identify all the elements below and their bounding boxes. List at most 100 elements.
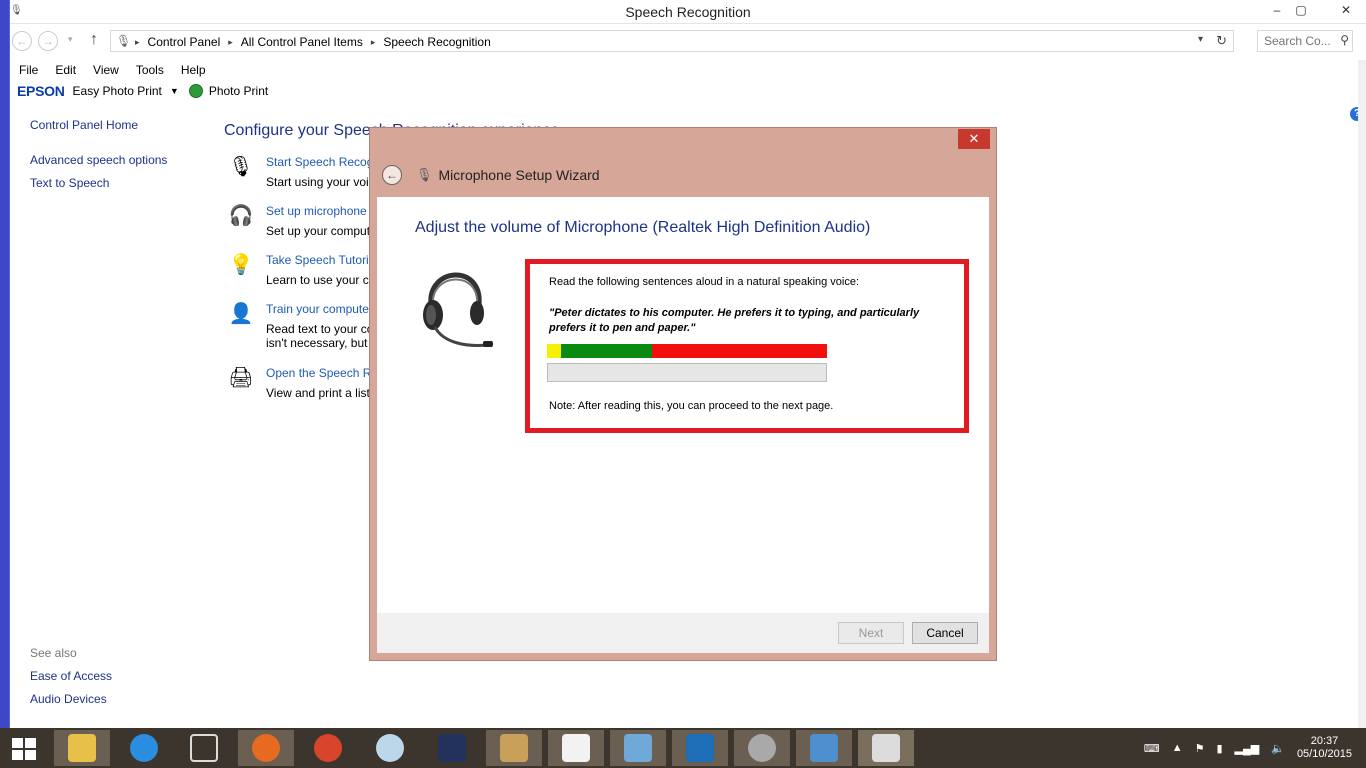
up-button[interactable]: ↑	[90, 31, 98, 49]
volume-level-bar	[547, 363, 827, 382]
search-box: ⚲	[1257, 30, 1353, 52]
wizard-back-button[interactable]: ←	[382, 165, 402, 185]
speech-recognition-taskbar-button[interactable]	[858, 730, 914, 766]
app-taskbar-button[interactable]	[176, 730, 232, 766]
menu-edit[interactable]: Edit	[55, 62, 85, 77]
chevron-down-icon[interactable]: ▾	[1198, 34, 1203, 45]
music-taskbar-button[interactable]	[300, 730, 356, 766]
wizard-header: ← 🎙 Microphone Setup Wizard	[382, 165, 600, 185]
text-to-speech-link[interactable]: Text to Speech	[30, 176, 167, 190]
close-button[interactable]: ✕	[1326, 0, 1366, 22]
sound-taskbar-button[interactable]	[734, 730, 790, 766]
chevron-right-icon[interactable]: ▸	[371, 35, 376, 49]
volume-icon[interactable]: 🔈	[1271, 742, 1285, 755]
windows-logo-tile	[25, 738, 36, 748]
back-button[interactable]: ←	[12, 31, 32, 51]
set-up-microphone-link[interactable]: Set up microphone	[266, 204, 367, 218]
epson-toolbar: EPSON Easy Photo Print ▼ Photo Print	[17, 83, 268, 99]
note-text: Note: After reading this, you can procee…	[549, 400, 834, 412]
app2-taskbar-button[interactable]	[424, 730, 480, 766]
photos-taskbar-button[interactable]	[610, 730, 666, 766]
see-also-heading: See also	[30, 646, 77, 660]
menu-view[interactable]: View	[93, 62, 128, 77]
recent-locations-icon[interactable]: ▾	[68, 34, 73, 45]
window-title: Speech Recognition	[625, 4, 751, 20]
advanced-speech-options-link[interactable]: Advanced speech options	[30, 153, 167, 167]
search-input[interactable]	[1264, 32, 1344, 50]
meter-good-zone	[561, 344, 652, 358]
wizard-close-button[interactable]: ✕	[958, 129, 990, 149]
folder-icon	[68, 734, 96, 762]
instruction-text: Read the following sentences aloud in a …	[549, 276, 860, 288]
forward-button[interactable]: →	[38, 31, 58, 51]
ease-of-access-link[interactable]: Ease of Access	[30, 669, 112, 683]
photo-print-icon	[188, 84, 203, 98]
take-speech-tutorial-link[interactable]: Take Speech Tutorial	[266, 253, 378, 267]
chevron-right-icon[interactable]: ▸	[228, 35, 233, 49]
microphone-icon: 🎙	[228, 156, 254, 178]
control-panel-taskbar-button[interactable]	[796, 730, 852, 766]
windows-logo-tile	[12, 750, 23, 760]
search-icon[interactable]: ⚲	[1340, 33, 1349, 47]
breadcrumb-speech-recognition[interactable]: Speech Recognition	[383, 35, 490, 49]
photo-print-button[interactable]: Photo Print	[209, 84, 268, 98]
meter-low-zone	[547, 344, 561, 358]
show-hidden-icons[interactable]: ▲	[1172, 742, 1183, 754]
epson-logo: EPSON	[17, 83, 65, 99]
fingerprint-taskbar-button[interactable]	[672, 730, 728, 766]
maximize-button[interactable]: ▢	[1286, 0, 1316, 22]
headset-icon	[423, 272, 493, 347]
menu-file[interactable]: File	[19, 62, 47, 77]
audio-devices-link[interactable]: Audio Devices	[30, 692, 112, 706]
microphone-setup-wizard: ✕ ← 🎙 Microphone Setup Wizard Adjust the…	[369, 127, 997, 661]
paint-taskbar-button[interactable]	[486, 730, 542, 766]
easy-photo-print-button[interactable]: Easy Photo Print	[73, 84, 162, 98]
address-row: ← → ▾ ↑ 🎙 ▸ Control Panel ▸ All Control …	[10, 28, 1366, 54]
wizard-heading: Adjust the volume of Microphone (Realtek…	[415, 219, 871, 236]
printer-icon: 🖨	[228, 367, 254, 389]
menu-tools[interactable]: Tools	[136, 62, 173, 77]
breadcrumb-all-items[interactable]: All Control Panel Items	[241, 35, 363, 49]
clock[interactable]: 20:37 05/10/2015	[1297, 735, 1352, 761]
cancel-button[interactable]: Cancel	[912, 622, 978, 644]
wizard-title: Microphone Setup Wizard	[438, 167, 600, 183]
camera-icon	[376, 734, 404, 762]
breadcrumb: ▸ Control Panel ▸ All Control Panel Item…	[135, 35, 491, 49]
firefox-taskbar-button[interactable]	[238, 730, 294, 766]
file-explorer-taskbar-button[interactable]	[54, 730, 110, 766]
start-button[interactable]	[12, 738, 38, 760]
breadcrumb-control-panel[interactable]: Control Panel	[148, 35, 221, 49]
speaker-icon	[748, 734, 776, 762]
internet-explorer-taskbar-button[interactable]	[116, 730, 172, 766]
network-icon[interactable]: ▂▄▆	[1235, 742, 1260, 755]
vertical-scrollbar[interactable]	[1358, 60, 1366, 728]
address-bar[interactable]: 🎙 ▸ Control Panel ▸ All Control Panel It…	[110, 30, 1234, 52]
see-also-section: See also Ease of Access Audio Devices	[30, 646, 112, 715]
document-icon	[562, 734, 590, 762]
palette-icon	[500, 734, 528, 762]
menu-bar: File Edit View Tools Help	[19, 62, 223, 77]
refresh-icon[interactable]: ↻	[1216, 33, 1227, 49]
power-icon[interactable]: ▮	[1216, 742, 1222, 755]
menu-help[interactable]: Help	[181, 62, 215, 77]
title-bar[interactable]: 🎙 Speech Recognition – ▢ ✕	[10, 0, 1366, 24]
microphone-icon: 🎙	[416, 167, 433, 182]
chevron-right-icon[interactable]: ▸	[135, 35, 140, 49]
control-panel-home-link[interactable]: Control Panel Home	[30, 118, 167, 132]
sample-sentence: "Peter dictates to his computer. He pref…	[549, 307, 920, 334]
flag-icon[interactable]: ⚑	[1195, 742, 1205, 755]
left-nav-pane: Control Panel Home Advanced speech optio…	[30, 118, 167, 199]
clock-time: 20:37	[1310, 735, 1339, 747]
internet-explorer-icon	[130, 734, 158, 762]
photos-icon	[624, 734, 652, 762]
taskbar: ⌨ ▲ ⚑ ▮ ▂▄▆ 🔈 20:37 05/10/2015	[0, 728, 1366, 768]
document-taskbar-button[interactable]	[548, 730, 604, 766]
keyboard-icon[interactable]: ⌨	[1144, 742, 1160, 755]
instruction-highlight-box: Read the following sentences aloud in a …	[525, 259, 969, 433]
app-icon	[438, 734, 466, 762]
dropdown-arrow-icon[interactable]: ▼	[170, 86, 179, 96]
camera-taskbar-button[interactable]	[362, 730, 418, 766]
next-button[interactable]: Next	[838, 622, 904, 644]
meter-high-zone	[652, 344, 827, 358]
app-icon	[190, 734, 218, 762]
